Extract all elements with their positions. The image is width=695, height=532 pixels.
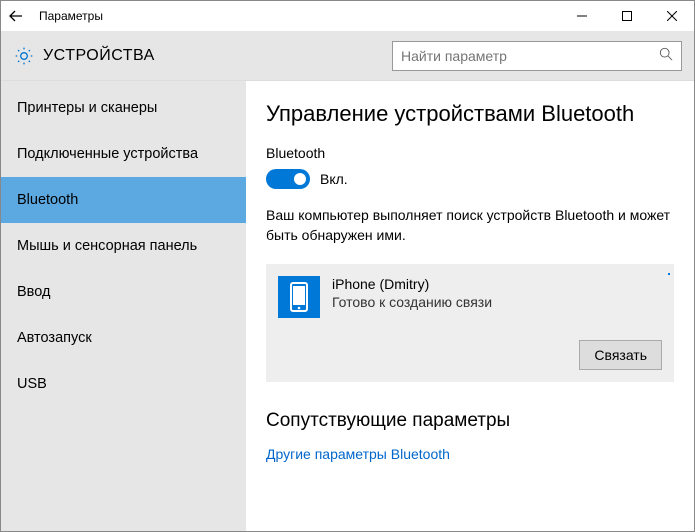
device-button-row: Связать [278,340,662,370]
sidebar-item-label: Подключенные устройства [17,146,198,162]
sidebar-item-label: Bluetooth [17,192,78,208]
sidebar-item-connected-devices[interactable]: Подключенные устройства [1,131,246,177]
sidebar-item-printers[interactable]: Принтеры и сканеры [1,85,246,131]
toggle-state-text: Вкл. [320,171,348,187]
search-icon [659,47,673,64]
window-controls [559,1,694,31]
window-title: Параметры [39,9,559,23]
titlebar: Параметры [1,1,694,31]
toggle-knob-icon [294,173,306,185]
search-box[interactable] [392,41,682,71]
back-arrow-icon [8,8,24,24]
sidebar-item-label: Мышь и сенсорная панель [17,238,197,254]
sidebar-item-label: Принтеры и сканеры [17,100,157,116]
sidebar-item-label: Автозапуск [17,330,92,346]
minimize-icon [577,11,587,21]
maximize-button[interactable] [604,1,649,31]
sidebar: Принтеры и сканеры Подключенные устройст… [1,81,246,531]
page-heading: УСТРОЙСТВА [43,47,392,65]
sidebar-item-autoplay[interactable]: Автозапуск [1,315,246,361]
bluetooth-toggle[interactable] [266,169,310,189]
toggle-label: Bluetooth [266,145,674,161]
sidebar-item-mouse[interactable]: Мышь и сенсорная панель [1,223,246,269]
sidebar-item-bluetooth[interactable]: Bluetooth [1,177,246,223]
search-input[interactable] [401,48,659,64]
settings-icon [13,45,35,67]
more-bluetooth-link[interactable]: Другие параметры Bluetooth [266,446,674,462]
device-card[interactable]: iPhone (Dmitry) Готово к созданию связи … [266,264,674,382]
device-name: iPhone (Dmitry) [332,276,662,292]
bluetooth-status-text: Ваш компьютер выполняет поиск устройств … [266,205,674,246]
sidebar-item-label: USB [17,376,47,392]
related-heading: Сопутствующие параметры [266,410,674,432]
maximize-icon [622,11,632,21]
close-icon [667,11,677,21]
progress-dot-icon [668,273,670,275]
sidebar-item-label: Ввод [17,284,50,300]
header: УСТРОЙСТВА [1,31,694,81]
phone-icon [278,276,320,318]
content-title: Управление устройствами Bluetooth [266,101,674,127]
device-status: Готово к созданию связи [332,294,662,310]
bluetooth-toggle-row: Вкл. [266,169,674,189]
close-button[interactable] [649,1,694,31]
pair-button[interactable]: Связать [579,340,662,370]
sidebar-item-usb[interactable]: USB [1,361,246,407]
content: Управление устройствами Bluetooth Blueto… [246,81,694,531]
gear-icon [14,46,34,66]
device-row: iPhone (Dmitry) Готово к созданию связи [278,276,662,318]
sidebar-item-typing[interactable]: Ввод [1,269,246,315]
device-text: iPhone (Dmitry) Готово к созданию связи [332,276,662,310]
back-button[interactable] [1,1,31,31]
minimize-button[interactable] [559,1,604,31]
body: Принтеры и сканеры Подключенные устройст… [1,81,694,531]
